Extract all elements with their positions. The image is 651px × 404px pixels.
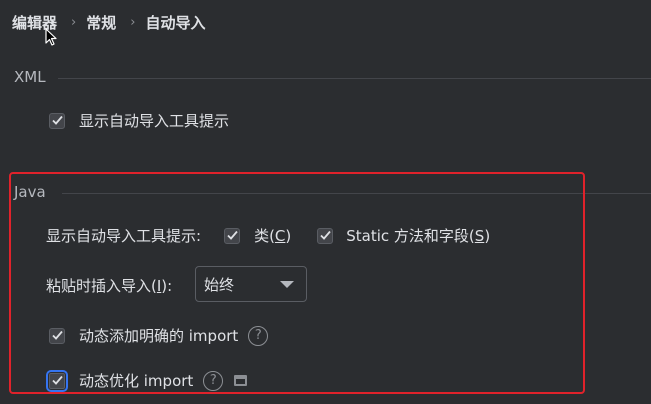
chevron-down-icon xyxy=(280,281,294,288)
help-icon[interactable]: ? xyxy=(203,370,224,391)
optimize-imports-row: 动态优化 import ? xyxy=(46,369,248,392)
static-option-label: Static 方法和字段(S) xyxy=(346,227,491,245)
settings-page: 编辑器 › 常规 › 自动导入 XML 显示自动导入工具提示 Java 显示自动… xyxy=(0,0,651,404)
add-unambiguous-row: 动态添加明确的 import ? xyxy=(49,325,269,346)
java-show-tooltip-row: 显示自动导入工具提示: 类(C) Static 方法和字段(S) xyxy=(46,225,490,246)
breadcrumb-item-general[interactable]: 常规 xyxy=(86,12,116,33)
optimize-imports-checkbox[interactable] xyxy=(46,369,68,392)
check-icon xyxy=(320,230,331,240)
section-title-xml: XML xyxy=(14,68,46,86)
class-checkbox[interactable] xyxy=(224,227,241,244)
add-unambiguous-checkbox[interactable] xyxy=(49,327,65,344)
breadcrumb-separator: › xyxy=(71,15,77,30)
add-unambiguous-label: 动态添加明确的 import xyxy=(79,327,239,345)
paste-insert-label: 粘贴时插入导入(I): xyxy=(46,276,173,296)
xml-show-tooltip-checkbox[interactable] xyxy=(49,112,65,129)
xml-show-tooltip-row: 显示自动导入工具提示 xyxy=(49,110,229,131)
class-option-label: 类(C) xyxy=(254,227,292,245)
breadcrumb: 编辑器 › 常规 › 自动导入 xyxy=(12,12,205,33)
check-icon xyxy=(226,230,238,240)
section-title-java: Java xyxy=(14,183,46,201)
section-divider xyxy=(58,78,651,79)
help-icon[interactable]: ? xyxy=(248,325,269,346)
window-icon[interactable] xyxy=(234,375,248,386)
check-icon xyxy=(51,375,63,385)
paste-insert-selected: 始终 xyxy=(204,275,235,294)
paste-insert-dropdown[interactable]: 始终 xyxy=(195,266,307,302)
static-checkbox[interactable] xyxy=(317,227,334,244)
breadcrumb-item-auto-import: 自动导入 xyxy=(145,14,206,32)
check-icon xyxy=(51,115,63,125)
check-icon xyxy=(51,330,63,340)
breadcrumb-separator: › xyxy=(130,15,136,30)
optimize-imports-label: 动态优化 import xyxy=(79,372,194,390)
section-divider xyxy=(62,193,651,194)
cursor-icon xyxy=(45,28,57,46)
xml-show-tooltip-label: 显示自动导入工具提示 xyxy=(79,112,230,130)
java-show-tooltip-label: 显示自动导入工具提示: xyxy=(46,227,202,245)
